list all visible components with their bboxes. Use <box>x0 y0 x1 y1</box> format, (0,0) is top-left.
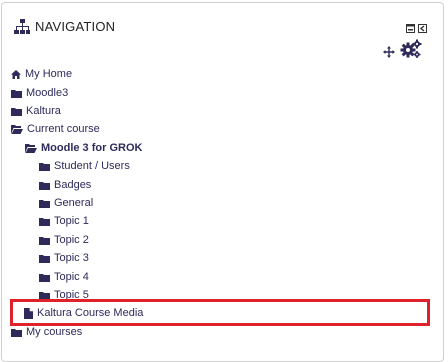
nav-item-label: Kaltura <box>26 105 61 117</box>
nav-section-badges[interactable]: Badges <box>39 177 91 194</box>
folder-icon <box>39 237 50 245</box>
folder-icon <box>39 274 50 282</box>
nav-item-label: Current course <box>27 123 100 135</box>
nav-item-course[interactable]: Moodle 3 for GROK <box>25 140 142 157</box>
nav-item-label: Badges <box>54 179 92 191</box>
folder-open-icon <box>11 125 23 134</box>
nav-item-my-courses[interactable]: My courses <box>11 324 82 341</box>
hide-block-icon[interactable] <box>418 24 427 33</box>
gears-icon[interactable] <box>400 39 422 59</box>
move-icon[interactable] <box>383 46 395 58</box>
folder-icon <box>39 163 50 171</box>
folder-icon <box>39 218 50 226</box>
nav-item-label: Student / Users <box>54 160 130 172</box>
nav-item-label: Moodle 3 for GROK <box>41 142 143 154</box>
nav-item-label: Topic 4 <box>54 271 89 283</box>
nav-section-topic-1[interactable]: Topic 1 <box>39 213 89 230</box>
nav-item-kaltura-course-media[interactable]: Kaltura Course Media <box>24 305 143 322</box>
nav-item-my-home[interactable]: My Home <box>11 66 72 83</box>
folder-icon <box>11 108 22 116</box>
folder-icon <box>39 182 50 190</box>
nav-section-topic-3[interactable]: Topic 3 <box>39 250 89 267</box>
file-icon <box>24 308 33 319</box>
sitemap-icon <box>14 19 30 34</box>
folder-icon <box>11 90 22 98</box>
folder-icon <box>39 200 50 208</box>
nav-item-label: Moodle3 <box>26 87 69 99</box>
nav-item-label: Topic 1 <box>54 215 89 227</box>
nav-item-kaltura[interactable]: Kaltura <box>11 103 61 120</box>
home-icon <box>11 70 21 79</box>
folder-open-icon <box>25 144 37 153</box>
nav-section-topic-2[interactable]: Topic 2 <box>39 232 89 249</box>
dock-icon[interactable] <box>406 24 415 33</box>
nav-item-label: General <box>54 197 94 209</box>
nav-section-general[interactable]: General <box>39 195 93 212</box>
folder-icon <box>39 255 50 263</box>
nav-item-moodle3[interactable]: Moodle3 <box>11 85 68 102</box>
nav-item-current-course[interactable]: Current course <box>11 121 100 138</box>
nav-section-topic-4[interactable]: Topic 4 <box>39 269 89 286</box>
nav-item-label: Topic 3 <box>54 252 89 264</box>
kaltura-media-highlight: Kaltura Course Media <box>10 299 430 326</box>
folder-icon <box>11 329 22 337</box>
nav-item-label: My Home <box>25 68 73 80</box>
block-title: NAVIGATION <box>35 19 116 34</box>
nav-section-student-users[interactable]: Student / Users <box>39 158 130 175</box>
nav-item-label: My courses <box>26 326 83 338</box>
nav-item-label: Topic 2 <box>54 234 89 246</box>
nav-item-label: Kaltura Course Media <box>37 307 144 319</box>
